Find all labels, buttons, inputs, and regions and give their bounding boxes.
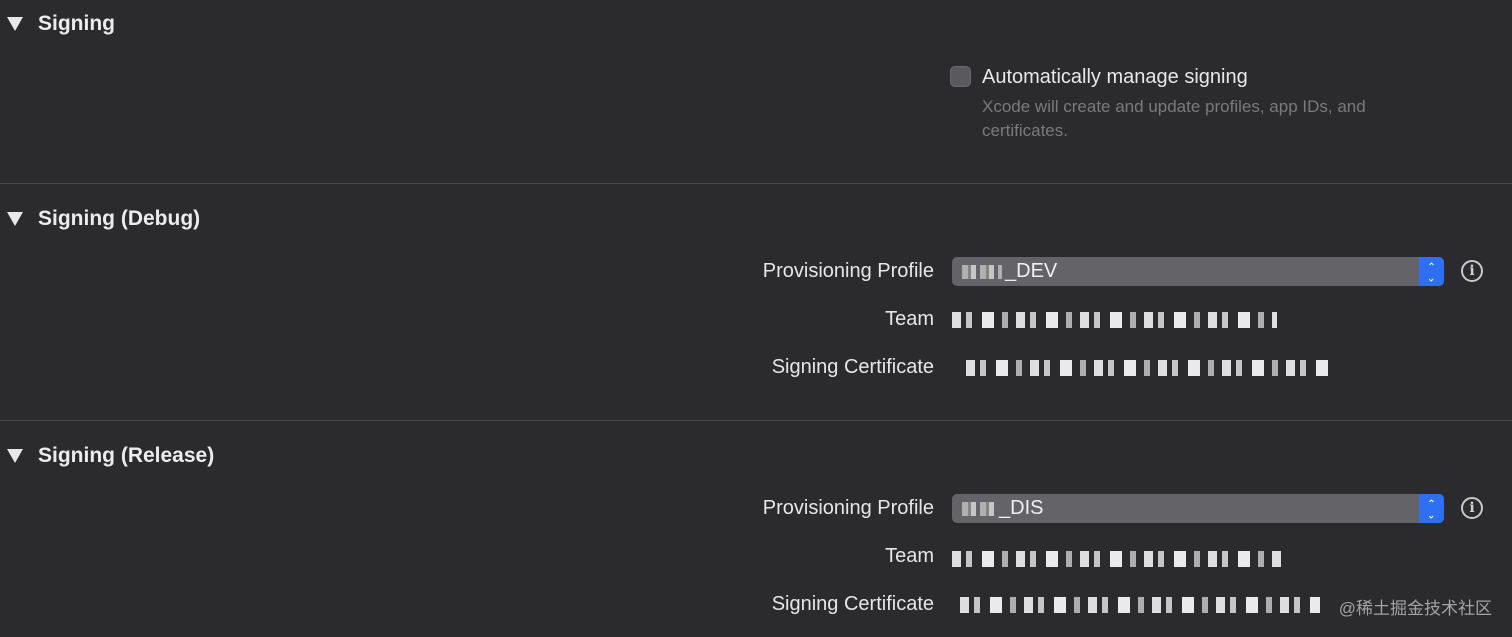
release-team-label: Team [885, 545, 934, 567]
signing-title: Signing [38, 12, 115, 35]
signing-release-header[interactable]: Signing (Release) [7, 444, 214, 468]
watermark: @稀土掘金技术社区 [1338, 599, 1492, 618]
redacted-prefix [962, 501, 996, 516]
debug-provisioning-profile-value: _DEV [962, 260, 1057, 283]
signing-debug-section: Signing (Debug) Provisioning Profile _DE… [0, 184, 1512, 420]
signing-release-section: Signing (Release) Provisioning Profile _… [0, 421, 1512, 637]
release-signing-certificate-label: Signing Certificate [771, 593, 934, 615]
debug-provisioning-profile-popup[interactable]: _DEV ⌃ ⌃ [952, 257, 1444, 286]
disclosure-triangle-icon[interactable] [7, 449, 23, 463]
release-provisioning-profile-label: Provisioning Profile [762, 497, 934, 519]
debug-provisioning-profile-label: Provisioning Profile [762, 260, 934, 282]
signing-debug-title: Signing (Debug) [38, 207, 201, 230]
signing-release-title: Signing (Release) [38, 444, 215, 467]
chevron-up-down-icon[interactable]: ⌃ ⌃ [1419, 494, 1444, 523]
debug-team-value-redacted [952, 312, 1277, 328]
signing-section: Signing Automatically manage signing Xco… [0, 0, 1512, 183]
release-team-value-redacted [952, 551, 1284, 567]
chevron-up-down-icon[interactable]: ⌃ ⌃ [1419, 257, 1444, 286]
redacted-prefix [962, 264, 1002, 279]
signing-debug-header[interactable]: Signing (Debug) [7, 207, 200, 231]
signing-header[interactable]: Signing [7, 12, 115, 36]
auto-manage-signing-checkbox[interactable] [950, 66, 971, 87]
release-provisioning-profile-popup[interactable]: _DIS ⌃ ⌃ [952, 494, 1444, 523]
release-provisioning-profile-value: _DIS [962, 497, 1043, 520]
release-signing-certificate-value-redacted [960, 597, 1320, 613]
auto-manage-signing-label[interactable]: Automatically manage signing [982, 66, 1248, 89]
auto-manage-signing-description: Xcode will create and update profiles, a… [982, 97, 1366, 140]
info-circle-icon[interactable]: i [1461, 260, 1483, 282]
disclosure-triangle-icon[interactable] [7, 17, 23, 31]
disclosure-triangle-icon[interactable] [7, 212, 23, 226]
debug-team-label: Team [885, 308, 934, 330]
info-circle-icon[interactable]: i [1461, 497, 1483, 519]
debug-signing-certificate-value-redacted [966, 360, 1336, 376]
debug-signing-certificate-label: Signing Certificate [771, 356, 934, 378]
